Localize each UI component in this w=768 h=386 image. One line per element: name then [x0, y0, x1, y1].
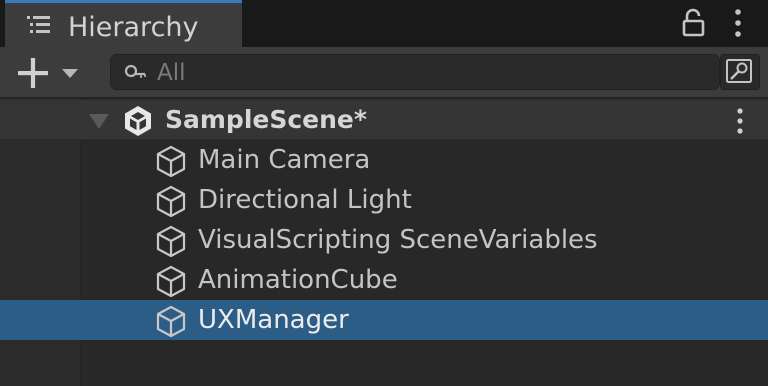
hierarchy-item[interactable]: AnimationCube: [0, 260, 768, 300]
search-field: [110, 54, 720, 90]
gameobject-cube-icon: [156, 145, 186, 178]
hierarchy-list-icon: [27, 16, 50, 33]
hierarchy-tree: SampleScene* Main Camera Directional Ligh…: [0, 98, 768, 386]
plus-icon: [18, 58, 48, 88]
search-input[interactable]: [155, 57, 699, 89]
hierarchy-item[interactable]: Main Camera: [0, 140, 768, 180]
search-icon: [124, 64, 146, 78]
hierarchy-item[interactable]: Directional Light: [0, 180, 768, 220]
gameobject-cube-icon: [156, 185, 186, 218]
unity-logo-icon: [125, 106, 151, 136]
expand-arrow-icon[interactable]: [88, 112, 110, 130]
hierarchy-toolbar: [0, 47, 768, 98]
hierarchy-window: Hierarchy All SampleScene* Main Camera D…: [0, 0, 768, 386]
scene-name: SampleScene*: [165, 105, 367, 134]
search-window-button[interactable]: [720, 54, 760, 90]
hierarchy-item[interactable]: UXManager: [0, 300, 768, 340]
tab-label: Hierarchy: [68, 12, 199, 43]
scene-row[interactable]: SampleScene*: [0, 100, 768, 139]
gameobject-cube-icon: [156, 225, 186, 258]
hierarchy-item[interactable]: VisualScripting SceneVariables: [0, 220, 768, 260]
lock-icon[interactable]: [681, 8, 707, 38]
hierarchy-item-label: UXManager: [198, 305, 349, 335]
open-search-window-icon: [726, 59, 752, 83]
hierarchy-item-label: Main Camera: [198, 145, 371, 175]
tab-hierarchy[interactable]: Hierarchy: [5, 0, 242, 47]
hierarchy-item-label: AnimationCube: [198, 265, 398, 295]
tab-bar: Hierarchy: [0, 0, 768, 47]
gameobject-cube-icon: [156, 305, 186, 338]
hierarchy-item-label: Directional Light: [198, 185, 412, 215]
add-dropdown-button[interactable]: [12, 57, 84, 89]
scene-menu-icon[interactable]: [732, 106, 748, 136]
gameobject-cube-icon: [156, 265, 186, 298]
hierarchy-item-label: VisualScripting SceneVariables: [198, 225, 598, 255]
chevron-down-icon: [62, 69, 78, 78]
more-vertical-icon[interactable]: [728, 7, 748, 39]
